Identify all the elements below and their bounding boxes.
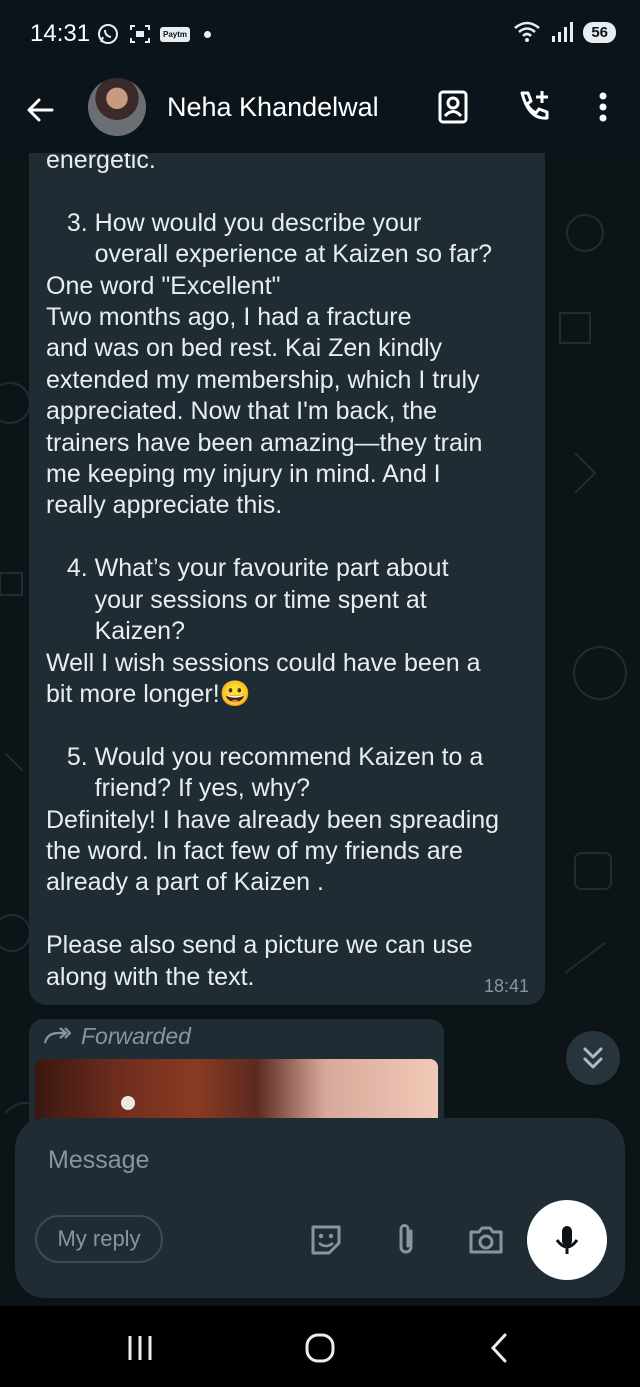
scroll-to-bottom-button[interactable] [566, 1031, 620, 1085]
chat-header: Neha Khandelwal [0, 70, 640, 153]
signal-icon [552, 22, 574, 42]
battery-indicator: 56 [583, 21, 616, 43]
status-notification-icons: Paytm [96, 22, 212, 46]
status-system-icons: 56 [513, 20, 616, 44]
voice-record-button[interactable] [527, 1200, 607, 1280]
status-bar: 14:31 Paytm 56 [0, 0, 640, 70]
screenshot-icon [130, 25, 150, 43]
double-chevron-down-icon [583, 1047, 603, 1069]
contact-card-icon[interactable] [434, 88, 472, 126]
message-text: energetic. 3. How would you describe you… [46, 153, 500, 991]
attach-icon[interactable] [387, 1221, 425, 1259]
back-arrow-icon[interactable] [22, 92, 58, 128]
wifi-icon [514, 21, 541, 42]
whatsapp-icon [98, 24, 118, 44]
forward-arrow-icon [43, 1027, 71, 1044]
status-time: 14:31 [30, 20, 91, 47]
message-bubble[interactable]: energetic. 3. How would you describe you… [29, 153, 545, 1005]
avatar[interactable] [88, 78, 146, 136]
message-timestamp: 18:41 [483, 976, 529, 996]
recent-apps-icon[interactable] [120, 1328, 160, 1368]
paytm-icon: Paytm [160, 26, 191, 42]
more-vert-icon[interactable] [584, 88, 622, 126]
sticker-icon[interactable] [307, 1221, 345, 1259]
notification-dot-icon [204, 30, 212, 38]
message-input[interactable]: Message [48, 1146, 149, 1175]
my-reply-chip[interactable]: My reply [35, 1215, 163, 1263]
forwarded-label: Forwarded [81, 1023, 191, 1049]
contact-name[interactable]: Neha Khandelwal [167, 92, 379, 123]
system-navigation-bar [0, 1306, 640, 1387]
home-icon[interactable] [300, 1328, 340, 1368]
forwarded-message-bubble[interactable]: Forwarded [29, 1019, 444, 1129]
back-nav-icon[interactable] [480, 1328, 520, 1368]
add-call-icon[interactable] [514, 88, 552, 126]
microphone-icon [555, 1226, 579, 1254]
camera-icon[interactable] [467, 1221, 505, 1259]
